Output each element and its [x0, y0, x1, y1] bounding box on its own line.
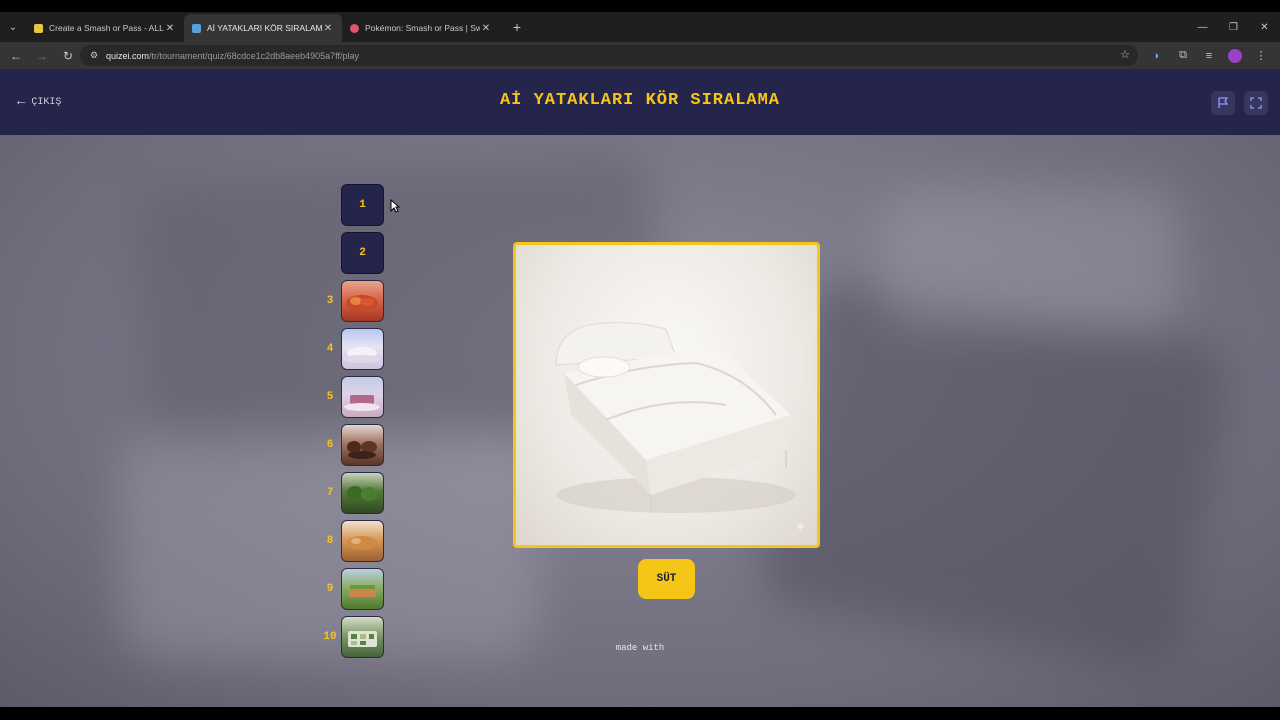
- arrow-left-icon: ←: [10, 48, 22, 63]
- tab-favicon-icon: [192, 23, 201, 33]
- window-controls: — ❐ ✕: [1187, 12, 1280, 42]
- forward-button[interactable]: →: [30, 44, 54, 68]
- rank-slot-6[interactable]: 6: [320, 424, 390, 466]
- rank-slot-3[interactable]: 3: [320, 280, 390, 322]
- page-title: Aİ YATAKLARI KÖR SIRALAMA: [499, 91, 781, 110]
- rank-slot-4[interactable]: 4: [320, 328, 390, 370]
- rank-slot-8[interactable]: 8: [320, 520, 390, 562]
- tab-2[interactable]: Pokémon: Smash or Pass | Swip ✕: [342, 14, 500, 42]
- close-tab-icon[interactable]: ✕: [480, 23, 492, 34]
- quizei-logo[interactable]: [540, 655, 740, 687]
- rank-number: 9: [326, 583, 334, 595]
- site-info-icon[interactable]: ⚙: [88, 50, 100, 62]
- milk-bed-image: [555, 322, 796, 513]
- tab-0[interactable]: Create a Smash or Pass - ALL P ✕: [26, 14, 184, 42]
- choose-item-button[interactable]: SÜT: [638, 559, 695, 599]
- tab-label: Pokémon: Smash or Pass | Swip: [365, 23, 480, 33]
- tab-strip: ⌄ Create a Smash or Pass - ALL P ✕ Aİ YA…: [0, 12, 1280, 42]
- bed-image: [347, 441, 377, 459]
- report-button[interactable]: [1211, 91, 1235, 115]
- extensions-puzzle-icon[interactable]: ⧉: [1170, 44, 1196, 68]
- tab-favicon-icon: [34, 23, 43, 33]
- rank-number: 7: [326, 487, 334, 499]
- rank-slot-1[interactable]: 1: [320, 184, 390, 226]
- empty-slot[interactable]: 1: [341, 184, 384, 226]
- back-button[interactable]: ←: [4, 44, 28, 68]
- rank-number: 5: [326, 391, 334, 403]
- close-window-icon[interactable]: ✕: [1249, 12, 1280, 42]
- close-tab-icon[interactable]: ✕: [322, 23, 334, 34]
- bed-image: [347, 536, 377, 550]
- plus-icon: +: [512, 19, 522, 35]
- media-controls-icon[interactable]: ≡: [1196, 44, 1222, 68]
- quiz-page: ← ÇIKIŞ Aİ YATAKLARI KÖR SIRALAMA 1 2 3 …: [0, 69, 1280, 707]
- bg-shape: [754, 274, 1236, 674]
- tab-1[interactable]: Aİ YATAKLARI KÖR SIRALAMA · ✕: [184, 14, 342, 42]
- quiz-header: ← ÇIKIŞ Aİ YATAKLARI KÖR SIRALAMA: [0, 69, 1280, 135]
- bed-image: [349, 585, 376, 597]
- bed-image: [344, 347, 380, 363]
- tab-label: Create a Smash or Pass - ALL P: [49, 23, 164, 33]
- mouse-cursor-icon: [390, 199, 400, 213]
- bed-image: [346, 295, 378, 311]
- rank-slot-7[interactable]: 7: [320, 472, 390, 514]
- current-item-card[interactable]: ✦: [513, 242, 820, 548]
- tab-label: Aİ YATAKLARI KÖR SIRALAMA ·: [207, 23, 322, 33]
- rank-number: 3: [326, 295, 334, 307]
- made-with-label: made with: [615, 643, 665, 653]
- tab-search-button[interactable]: ⌄: [0, 12, 26, 42]
- flag-icon: [1218, 97, 1229, 108]
- new-tab-button[interactable]: +: [506, 16, 528, 38]
- tab-favicon-icon: [350, 23, 359, 33]
- rank-number: 8: [326, 535, 334, 547]
- arrow-right-icon: →: [36, 48, 48, 63]
- ranked-bed-thumbnail[interactable]: [341, 328, 384, 370]
- rank-slot-5[interactable]: 5: [320, 376, 390, 418]
- rank-number: 6: [326, 439, 334, 451]
- ranked-bed-thumbnail[interactable]: [341, 520, 384, 562]
- restore-icon[interactable]: ❐: [1218, 12, 1249, 42]
- sparkle-icon: ✦: [793, 519, 807, 536]
- ranked-bed-thumbnail[interactable]: [341, 568, 384, 610]
- ranked-bed-thumbnail[interactable]: [341, 472, 384, 514]
- url-text: quizei.com/tr/tournament/quiz/68cdce1c2d…: [106, 50, 360, 61]
- bed-image: [344, 395, 380, 411]
- bg-shape: [880, 189, 1180, 329]
- reload-button[interactable]: ↻: [56, 44, 80, 68]
- window-bottom-edge: [0, 707, 1280, 720]
- window-top-edge: [0, 0, 1280, 12]
- fullscreen-button[interactable]: [1244, 91, 1268, 115]
- fullscreen-icon: [1250, 97, 1262, 109]
- empty-slot[interactable]: 2: [341, 232, 384, 274]
- bed-image: [347, 486, 377, 501]
- rank-slot-2[interactable]: 2: [320, 232, 390, 274]
- toolbar-actions: ◗ ⧉ ≡ ⋮: [1144, 42, 1274, 69]
- chevron-down-icon: ⌄: [8, 21, 18, 33]
- extension-icon[interactable]: ◗: [1144, 44, 1170, 68]
- menu-kebab-icon[interactable]: ⋮: [1248, 44, 1274, 68]
- reload-icon: ↻: [62, 48, 74, 63]
- rank-slot-9[interactable]: 9: [320, 568, 390, 610]
- bookmark-star-icon[interactable]: ☆: [1120, 48, 1130, 61]
- ranked-bed-thumbnail[interactable]: [341, 280, 384, 322]
- profile-avatar[interactable]: [1228, 48, 1242, 63]
- browser-toolbar: ← → ↻ ⚙ quizei.com/tr/tournament/quiz/68…: [0, 42, 1280, 69]
- rank-number: 4: [326, 343, 334, 355]
- ranked-bed-thumbnail[interactable]: [341, 376, 384, 418]
- ranked-bed-thumbnail[interactable]: [341, 424, 384, 466]
- close-tab-icon[interactable]: ✕: [164, 23, 176, 34]
- minimize-icon[interactable]: —: [1187, 12, 1218, 42]
- address-bar[interactable]: ⚙ quizei.com/tr/tournament/quiz/68cdce1c…: [80, 45, 1138, 66]
